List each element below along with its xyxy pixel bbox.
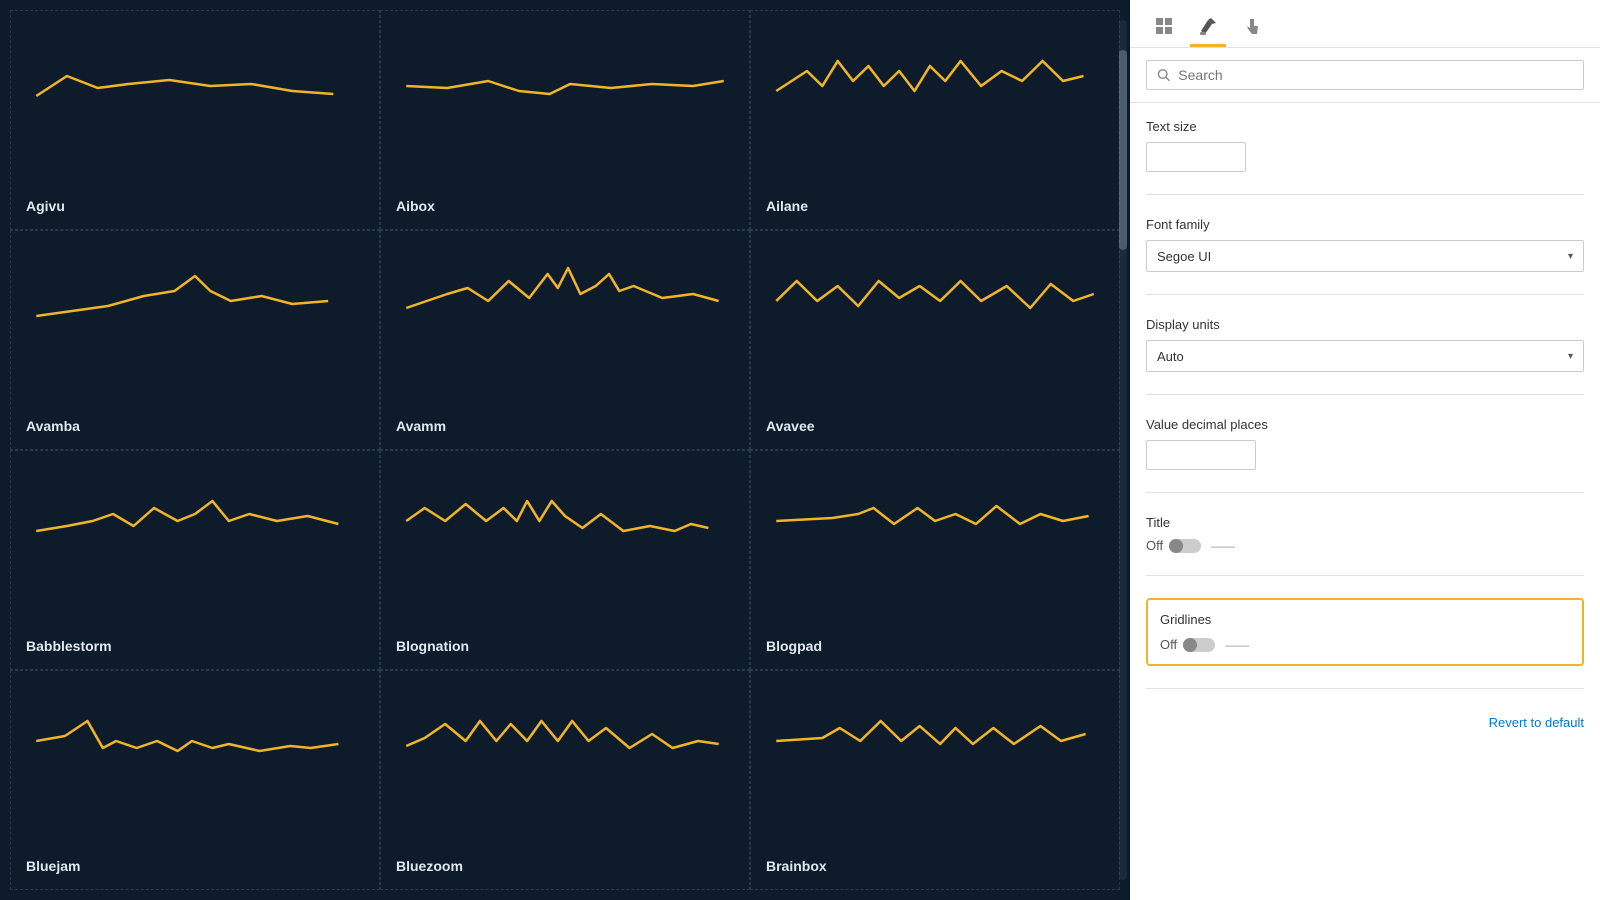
chart-line-bluejam xyxy=(26,686,364,786)
decimal-places-input[interactable]: Auto xyxy=(1147,448,1256,463)
chart-cell-agivu[interactable]: Agivu xyxy=(10,10,380,230)
chart-label-blogpad: Blogpad xyxy=(766,638,822,654)
title-toggle[interactable]: Off —— xyxy=(1146,538,1235,553)
title-toggle-line: —— xyxy=(1211,539,1235,553)
chart-label-ailane: Ailane xyxy=(766,198,808,214)
search-input[interactable] xyxy=(1178,67,1573,83)
font-family-dropdown[interactable]: Segoe UI ▾ xyxy=(1146,240,1584,272)
title-toggle-thumb xyxy=(1169,539,1183,553)
chart-line-blognation xyxy=(396,466,734,566)
separator-6 xyxy=(1146,688,1584,689)
right-panel: Text size 9 pt ▲ ▼ Font family Segoe UI … xyxy=(1130,0,1600,900)
chart-cell-ailane[interactable]: Ailane xyxy=(750,10,1120,230)
chart-line-agivu xyxy=(26,26,364,126)
display-units-dropdown[interactable]: Auto ▾ xyxy=(1146,340,1584,372)
chart-label-agivu: Agivu xyxy=(26,198,65,214)
chart-cell-brainbox[interactable]: Brainbox xyxy=(750,670,1120,890)
title-label: Title xyxy=(1146,515,1584,530)
gridlines-toggle-label: Off xyxy=(1160,637,1177,652)
chevron-down-icon: ▾ xyxy=(1568,251,1573,262)
chart-cell-avavee[interactable]: Avavee xyxy=(750,230,1120,450)
chart-label-blognation: Blognation xyxy=(396,638,469,654)
title-toggle-track xyxy=(1169,539,1201,553)
chevron-down-icon-2: ▾ xyxy=(1568,351,1573,362)
separator-5 xyxy=(1146,575,1584,576)
chart-line-blogpad xyxy=(766,466,1104,566)
chart-label-avamm: Avamm xyxy=(396,418,446,434)
chart-label-bluejam: Bluejam xyxy=(26,858,80,874)
separator-3 xyxy=(1146,394,1584,395)
text-size-control[interactable]: 9 pt ▲ ▼ xyxy=(1146,142,1246,172)
title-toggle-row: Off —— xyxy=(1146,538,1584,553)
text-size-input[interactable]: 9 xyxy=(1147,150,1246,165)
font-family-label: Font family xyxy=(1146,217,1584,232)
chart-line-avamba xyxy=(26,246,364,346)
chart-line-bluezoom xyxy=(396,686,734,786)
separator-1 xyxy=(1146,194,1584,195)
chart-line-avamm xyxy=(396,246,734,346)
text-size-row: Text size 9 pt ▲ ▼ xyxy=(1146,119,1584,172)
font-family-row: Font family Segoe UI ▾ xyxy=(1146,217,1584,272)
chart-line-aibox xyxy=(396,26,734,126)
display-units-label: Display units xyxy=(1146,317,1584,332)
chart-grid: Agivu Aibox Ailane Avamba Avamm xyxy=(0,0,1130,900)
gridlines-toggle-thumb xyxy=(1183,638,1197,652)
search-icon xyxy=(1157,68,1170,82)
gridlines-toggle[interactable]: Off —— xyxy=(1160,637,1249,652)
display-units-row: Display units Auto ▾ xyxy=(1146,317,1584,372)
title-toggle-label: Off xyxy=(1146,538,1163,553)
grid-view-icon[interactable] xyxy=(1146,11,1182,47)
chart-panel: Agivu Aibox Ailane Avamba Avamm xyxy=(0,0,1130,900)
display-units-value: Auto xyxy=(1157,349,1184,364)
paint-brush-icon[interactable] xyxy=(1190,11,1226,47)
gridlines-title: Gridlines xyxy=(1160,612,1570,627)
chart-cell-bluezoom[interactable]: Bluezoom xyxy=(380,670,750,890)
separator-2 xyxy=(1146,294,1584,295)
chart-cell-aibox[interactable]: Aibox xyxy=(380,10,750,230)
title-row: Title Off —— xyxy=(1146,515,1584,553)
chart-label-brainbox: Brainbox xyxy=(766,858,827,874)
chart-cell-blognation[interactable]: Blognation xyxy=(380,450,750,670)
decimal-places-control[interactable]: Auto ▲ ▼ xyxy=(1146,440,1256,470)
separator-4 xyxy=(1146,492,1584,493)
decimal-places-label: Value decimal places xyxy=(1146,417,1584,432)
chart-cell-babblestorm[interactable]: Babblestorm xyxy=(10,450,380,670)
chart-line-ailane xyxy=(766,26,1104,126)
chart-label-bluezoom: Bluezoom xyxy=(396,858,463,874)
chart-line-brainbox xyxy=(766,686,1104,786)
scrollbar-thumb[interactable] xyxy=(1119,50,1127,250)
text-size-label: Text size xyxy=(1146,119,1584,134)
font-family-value: Segoe UI xyxy=(1157,249,1211,264)
gridlines-box: Gridlines Off —— xyxy=(1146,598,1584,666)
chart-cell-avamba[interactable]: Avamba xyxy=(10,230,380,450)
hand-pointer-icon[interactable] xyxy=(1234,11,1270,47)
chart-label-avamba: Avamba xyxy=(26,418,80,434)
settings-container: Text size 9 pt ▲ ▼ Font family Segoe UI … xyxy=(1130,103,1600,900)
chart-label-avavee: Avavee xyxy=(766,418,815,434)
chart-label-babblestorm: Babblestorm xyxy=(26,638,112,654)
gridlines-toggle-row: Off —— xyxy=(1160,637,1570,652)
chart-label-aibox: Aibox xyxy=(396,198,435,214)
gridlines-toggle-line: —— xyxy=(1225,638,1249,652)
gridlines-toggle-track xyxy=(1183,638,1215,652)
chart-cell-bluejam[interactable]: Bluejam xyxy=(10,670,380,890)
decimal-places-row: Value decimal places Auto ▲ ▼ xyxy=(1146,417,1584,470)
chart-cell-blogpad[interactable]: Blogpad xyxy=(750,450,1120,670)
chart-cell-avamm[interactable]: Avamm xyxy=(380,230,750,450)
search-box[interactable] xyxy=(1146,60,1584,90)
chart-line-babblestorm xyxy=(26,466,364,566)
chart-line-avavee xyxy=(766,246,1104,346)
search-container xyxy=(1130,48,1600,103)
revert-to-default-button[interactable]: Revert to default xyxy=(1489,711,1584,734)
scrollbar[interactable] xyxy=(1119,20,1127,880)
icon-bar xyxy=(1130,0,1600,48)
